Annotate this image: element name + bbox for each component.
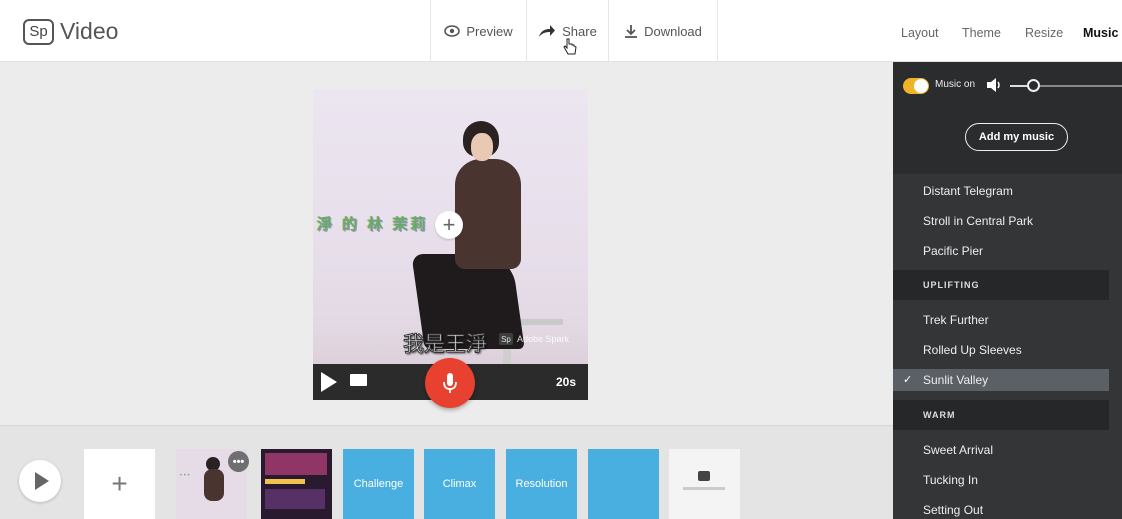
top-header: Sp Video Preview Share Download Layout T… bbox=[0, 0, 1122, 62]
play-icon[interactable] bbox=[321, 372, 337, 392]
volume-slider-knob[interactable] bbox=[1027, 79, 1040, 92]
share-button[interactable]: Share bbox=[526, 0, 608, 62]
nav-music[interactable]: Music bbox=[1083, 26, 1118, 40]
check-icon: ✓ bbox=[903, 374, 913, 386]
share-arrow-icon bbox=[539, 25, 556, 37]
music-on-label: Music on bbox=[935, 79, 976, 90]
share-label: Share bbox=[562, 23, 597, 39]
hand-cursor-icon bbox=[563, 38, 577, 55]
add-content-button[interactable]: + bbox=[435, 211, 463, 239]
person-face bbox=[471, 133, 493, 161]
volume-icon[interactable] bbox=[986, 76, 1002, 94]
music-controls: Music on Add my music bbox=[893, 62, 1122, 174]
slide-thumbnail-2[interactable] bbox=[261, 449, 332, 519]
person-body bbox=[455, 159, 521, 269]
music-track[interactable]: Setting Out bbox=[923, 503, 983, 517]
slide-thumbnail-5[interactable]: Resolution bbox=[506, 449, 577, 519]
preview-label: Preview bbox=[466, 23, 513, 39]
caption-icon[interactable] bbox=[350, 374, 367, 386]
music-track[interactable]: Pacific Pier bbox=[923, 244, 983, 258]
music-track[interactable]: Rolled Up Sleeves bbox=[923, 343, 1022, 357]
slide-more-button[interactable]: ••• bbox=[228, 451, 249, 472]
music-track[interactable]: Sweet Arrival bbox=[923, 443, 993, 457]
category-header-warm: WARM bbox=[893, 400, 1109, 430]
add-my-music-button[interactable]: Add my music bbox=[965, 123, 1068, 151]
nav-layout[interactable]: Layout bbox=[901, 26, 939, 40]
eye-icon bbox=[444, 25, 461, 37]
thumb-deco: • • • bbox=[180, 473, 190, 479]
logo-mark: Sp bbox=[23, 18, 54, 45]
nav-theme[interactable]: Theme bbox=[962, 26, 1001, 40]
music-track[interactable]: Distant Telegram bbox=[923, 184, 1013, 198]
decorative-text: 淨 的 林 茉莉 bbox=[317, 216, 429, 233]
thumb-person-body bbox=[204, 469, 224, 501]
end-text bbox=[683, 487, 725, 490]
download-label: Download bbox=[644, 23, 702, 39]
slide-preview[interactable]: 淨 的 林 茉莉 + 我是王淨 Sp Adobe Spark bbox=[313, 89, 588, 400]
watermark: Sp Adobe Spark bbox=[499, 333, 569, 345]
duration-label: 20s bbox=[555, 375, 576, 389]
music-track-selected[interactable]: Sunlit Valley bbox=[923, 373, 988, 387]
download-icon bbox=[625, 25, 638, 38]
preview-button[interactable]: Preview bbox=[430, 0, 526, 62]
music-panel: Music on Add my music Distant Telegram S… bbox=[893, 62, 1122, 519]
poster-line bbox=[265, 479, 305, 484]
slide-thumbnail-4[interactable]: Climax bbox=[424, 449, 495, 519]
play-all-button[interactable] bbox=[19, 460, 61, 502]
watermark-text: Adobe Spark bbox=[517, 334, 570, 344]
end-logo bbox=[698, 471, 710, 481]
music-track[interactable]: Tucking In bbox=[923, 473, 978, 487]
nav-resize[interactable]: Resize bbox=[1025, 26, 1063, 40]
app-logo[interactable]: Sp Video bbox=[23, 18, 118, 45]
add-slide-button[interactable]: + bbox=[84, 449, 155, 519]
poster-image bbox=[265, 453, 327, 475]
music-track[interactable]: Trek Further bbox=[923, 313, 989, 327]
app-name: Video bbox=[60, 18, 119, 44]
music-track[interactable]: Stroll in Central Park bbox=[923, 214, 1033, 228]
watermark-mark: Sp bbox=[499, 333, 513, 345]
poster-image-2 bbox=[265, 489, 325, 509]
microphone-icon bbox=[443, 373, 457, 393]
category-header-uplifting: UPLIFTING bbox=[893, 270, 1109, 300]
download-button[interactable]: Download bbox=[608, 0, 718, 62]
music-toggle[interactable] bbox=[903, 78, 929, 94]
slide-thumbnail-3[interactable]: Challenge bbox=[343, 449, 414, 519]
subtitle-text: 我是王淨 bbox=[403, 332, 488, 357]
slide-thumbnail-6[interactable] bbox=[588, 449, 659, 519]
record-mic-button[interactable] bbox=[425, 358, 475, 408]
slide-thumbnail-end[interactable] bbox=[669, 449, 740, 519]
